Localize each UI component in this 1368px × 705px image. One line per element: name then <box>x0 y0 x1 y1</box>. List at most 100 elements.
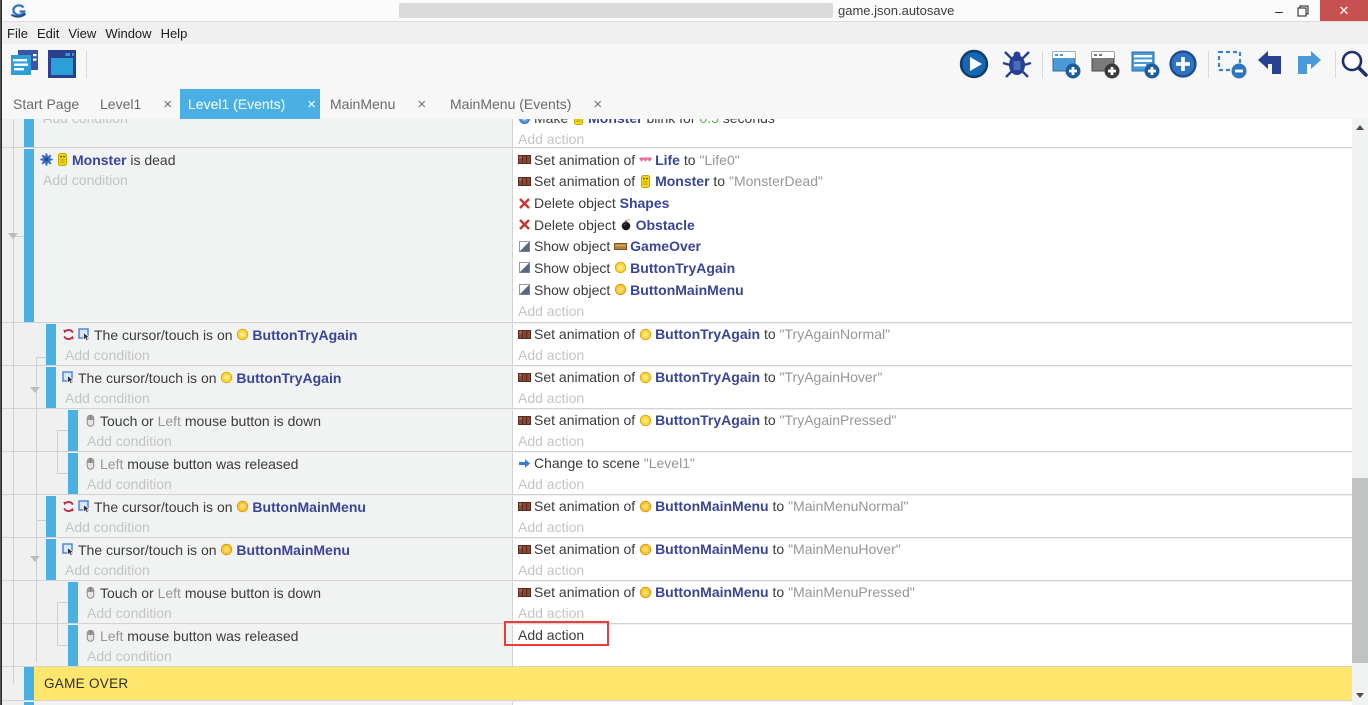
menu-help[interactable]: Help <box>161 26 188 41</box>
action-line[interactable]: Change to scene "Level1" <box>513 453 1352 474</box>
add-action-placeholder[interactable]: Add action <box>513 625 1352 646</box>
scrollbar-thumb[interactable] <box>1352 478 1368 663</box>
add-event-icon[interactable] <box>1050 48 1082 80</box>
condition-line[interactable]: The cursor/touch is on ButtonMainMenu <box>56 539 512 561</box>
action-cell[interactable]: Set animation of ButtonMainMenu to "Main… <box>512 582 1352 623</box>
condition-line[interactable]: Monster is dead <box>34 149 512 171</box>
action-cell[interactable]: Make Monster blink for 0.5 secondsAdd ac… <box>512 119 1352 147</box>
action-cell[interactable]: Set animation of ButtonMainMenu to "Main… <box>512 496 1352 537</box>
action-line[interactable]: Make Monster blink for 0.5 seconds <box>513 119 1352 130</box>
condition-cell[interactable]: Left mouse button was releasedAdd condit… <box>78 625 512 666</box>
action-cell[interactable]: Set animation of ButtonTryAgain to "TryA… <box>512 410 1352 451</box>
condition-line[interactable]: The cursor/touch is on ButtonMainMenu <box>56 496 512 518</box>
condition-cell[interactable]: Touch or Left mouse button is downAdd co… <box>78 582 512 623</box>
add-action-placeholder[interactable]: Add action <box>513 431 1352 452</box>
condition-cell[interactable]: Add condition <box>34 119 512 147</box>
play-icon[interactable] <box>958 48 990 80</box>
condition-cell[interactable]: The cursor/touch is on ButtonMainMenuAdd… <box>56 539 512 580</box>
add-condition-placeholder[interactable]: Add condition <box>56 561 512 581</box>
add-plus-icon[interactable] <box>1167 48 1199 80</box>
action-line[interactable]: Show object ButtonTryAgain <box>513 257 1352 279</box>
action-line[interactable]: Show object GameOver <box>513 236 1352 258</box>
action-line[interactable]: Set animation of ButtonMainMenu to "Main… <box>513 582 1352 603</box>
condition-cell[interactable]: The cursor/touch is on ButtonTryAgainAdd… <box>56 367 512 408</box>
action-line[interactable]: Set animation of ButtonTryAgain to "TryA… <box>513 367 1352 388</box>
add-condition-placeholder[interactable]: Add condition <box>56 346 512 366</box>
condition-cell[interactable]: The cursor/touch is on ButtonTryAgainAdd… <box>56 324 512 365</box>
condition-cell[interactable]: Touch or Left mouse button is downAdd co… <box>78 410 512 451</box>
add-condition-placeholder[interactable]: Add condition <box>78 432 512 452</box>
add-action-placeholder[interactable]: Add action <box>513 474 1352 495</box>
scrollbar-down-arrow[interactable] <box>1356 693 1364 698</box>
event-selection-bar[interactable] <box>68 410 78 451</box>
preview-window-icon[interactable] <box>46 48 78 80</box>
condition-line[interactable]: Left mouse button was released <box>78 625 512 647</box>
menu-file[interactable]: File <box>7 26 28 41</box>
add-comment-icon[interactable] <box>1129 48 1161 80</box>
add-condition-placeholder[interactable]: Add condition <box>78 604 512 624</box>
action-line[interactable]: Set animation of Monster to "MonsterDead… <box>513 171 1352 193</box>
tab-close-icon[interactable]: × <box>417 96 426 113</box>
condition-line[interactable]: Touch or Left mouse button is down <box>78 582 512 604</box>
add-condition-placeholder[interactable]: Add condition <box>78 475 512 495</box>
action-line[interactable]: Set animation of ButtonMainMenu to "Main… <box>513 496 1352 517</box>
condition-cell[interactable]: Monster is deadAdd condition <box>34 149 512 322</box>
add-condition-placeholder[interactable]: Add condition <box>56 518 512 538</box>
event-selection-bar[interactable] <box>24 667 34 700</box>
action-line[interactable]: Delete object Obstacle <box>513 214 1352 236</box>
tab-close-icon[interactable]: × <box>163 96 172 113</box>
add-condition-placeholder[interactable]: Add condition <box>34 119 512 130</box>
maximize-button[interactable] <box>1288 0 1318 21</box>
event-selection-bar[interactable] <box>68 453 78 494</box>
event-selection-bar[interactable] <box>46 539 56 580</box>
tab-mainmenu[interactable]: MainMenu× <box>320 89 436 119</box>
condition-line[interactable]: Touch or Left mouse button is down <box>78 410 512 432</box>
event-selection-bar[interactable] <box>46 367 56 408</box>
event-selection-bar[interactable] <box>46 324 56 365</box>
add-condition-placeholder[interactable]: Add condition <box>78 647 512 667</box>
add-action-placeholder[interactable]: Add action <box>513 300 1352 322</box>
condition-cell[interactable]: The cursor/touch is on ButtonMainMenuAdd… <box>56 496 512 537</box>
add-condition-placeholder[interactable]: Add condition <box>56 389 512 409</box>
close-button[interactable]: ✕ <box>1320 0 1368 21</box>
add-condition-placeholder[interactable]: Add condition <box>34 171 512 191</box>
action-cell[interactable]: Change to scene "Level1"Add action <box>512 453 1352 494</box>
add-action-placeholder[interactable]: Add action <box>513 130 1352 147</box>
add-action-placeholder[interactable]: Add action <box>513 517 1352 538</box>
redo-icon[interactable] <box>1293 48 1325 80</box>
comment-row[interactable]: GAME OVER <box>0 667 1352 700</box>
tab-start-page[interactable]: Start Page <box>0 89 88 119</box>
add-action-placeholder[interactable]: Add action <box>513 560 1352 581</box>
action-cell[interactable]: Set animation of ButtonTryAgain to "TryA… <box>512 324 1352 365</box>
tab-mainmenu-events-[interactable]: MainMenu (Events)× <box>436 89 618 119</box>
add-action-placeholder[interactable]: Add action <box>513 603 1352 624</box>
search-icon[interactable] <box>1338 48 1368 80</box>
add-action-placeholder[interactable]: Add action <box>513 345 1352 366</box>
collapse-arrow-icon[interactable] <box>30 387 40 393</box>
event-selection-bar[interactable] <box>46 496 56 537</box>
vertical-scrollbar[interactable] <box>1352 119 1368 705</box>
action-line[interactable]: Delete object Shapes <box>513 192 1352 214</box>
tab-close-icon[interactable]: × <box>593 96 602 113</box>
event-selection-bar[interactable] <box>24 119 34 147</box>
action-line[interactable]: Set animation of ButtonTryAgain to "TryA… <box>513 324 1352 345</box>
action-line[interactable]: Set animation of Life to "Life0" <box>513 149 1352 171</box>
add-action-placeholder[interactable]: Add action <box>513 388 1352 409</box>
tab-level1-events-[interactable]: Level1 (Events)× <box>180 89 320 119</box>
debug-icon[interactable] <box>1001 48 1033 80</box>
menu-view[interactable]: View <box>68 26 96 41</box>
action-line[interactable]: Set animation of ButtonTryAgain to "TryA… <box>513 410 1352 431</box>
action-line[interactable]: Set animation of ButtonMainMenu to "Main… <box>513 539 1352 560</box>
add-subevent-icon[interactable] <box>1089 48 1121 80</box>
condition-cell[interactable]: Left mouse button was releasedAdd condit… <box>78 453 512 494</box>
collapse-arrow-icon[interactable] <box>8 233 18 239</box>
scrollbar-up-arrow[interactable] <box>1356 125 1364 130</box>
action-cell[interactable]: Add action <box>512 625 1352 666</box>
action-cell[interactable]: Set animation of Life to "Life0"Set anim… <box>512 149 1352 322</box>
event-selection-bar[interactable] <box>24 149 34 322</box>
menu-edit[interactable]: Edit <box>37 26 59 41</box>
action-line[interactable]: Show object ButtonMainMenu <box>513 279 1352 301</box>
condition-line[interactable]: Left mouse button was released <box>78 453 512 475</box>
condition-line[interactable]: The cursor/touch is on ButtonTryAgain <box>56 367 512 389</box>
delete-event-icon[interactable] <box>1216 48 1248 80</box>
